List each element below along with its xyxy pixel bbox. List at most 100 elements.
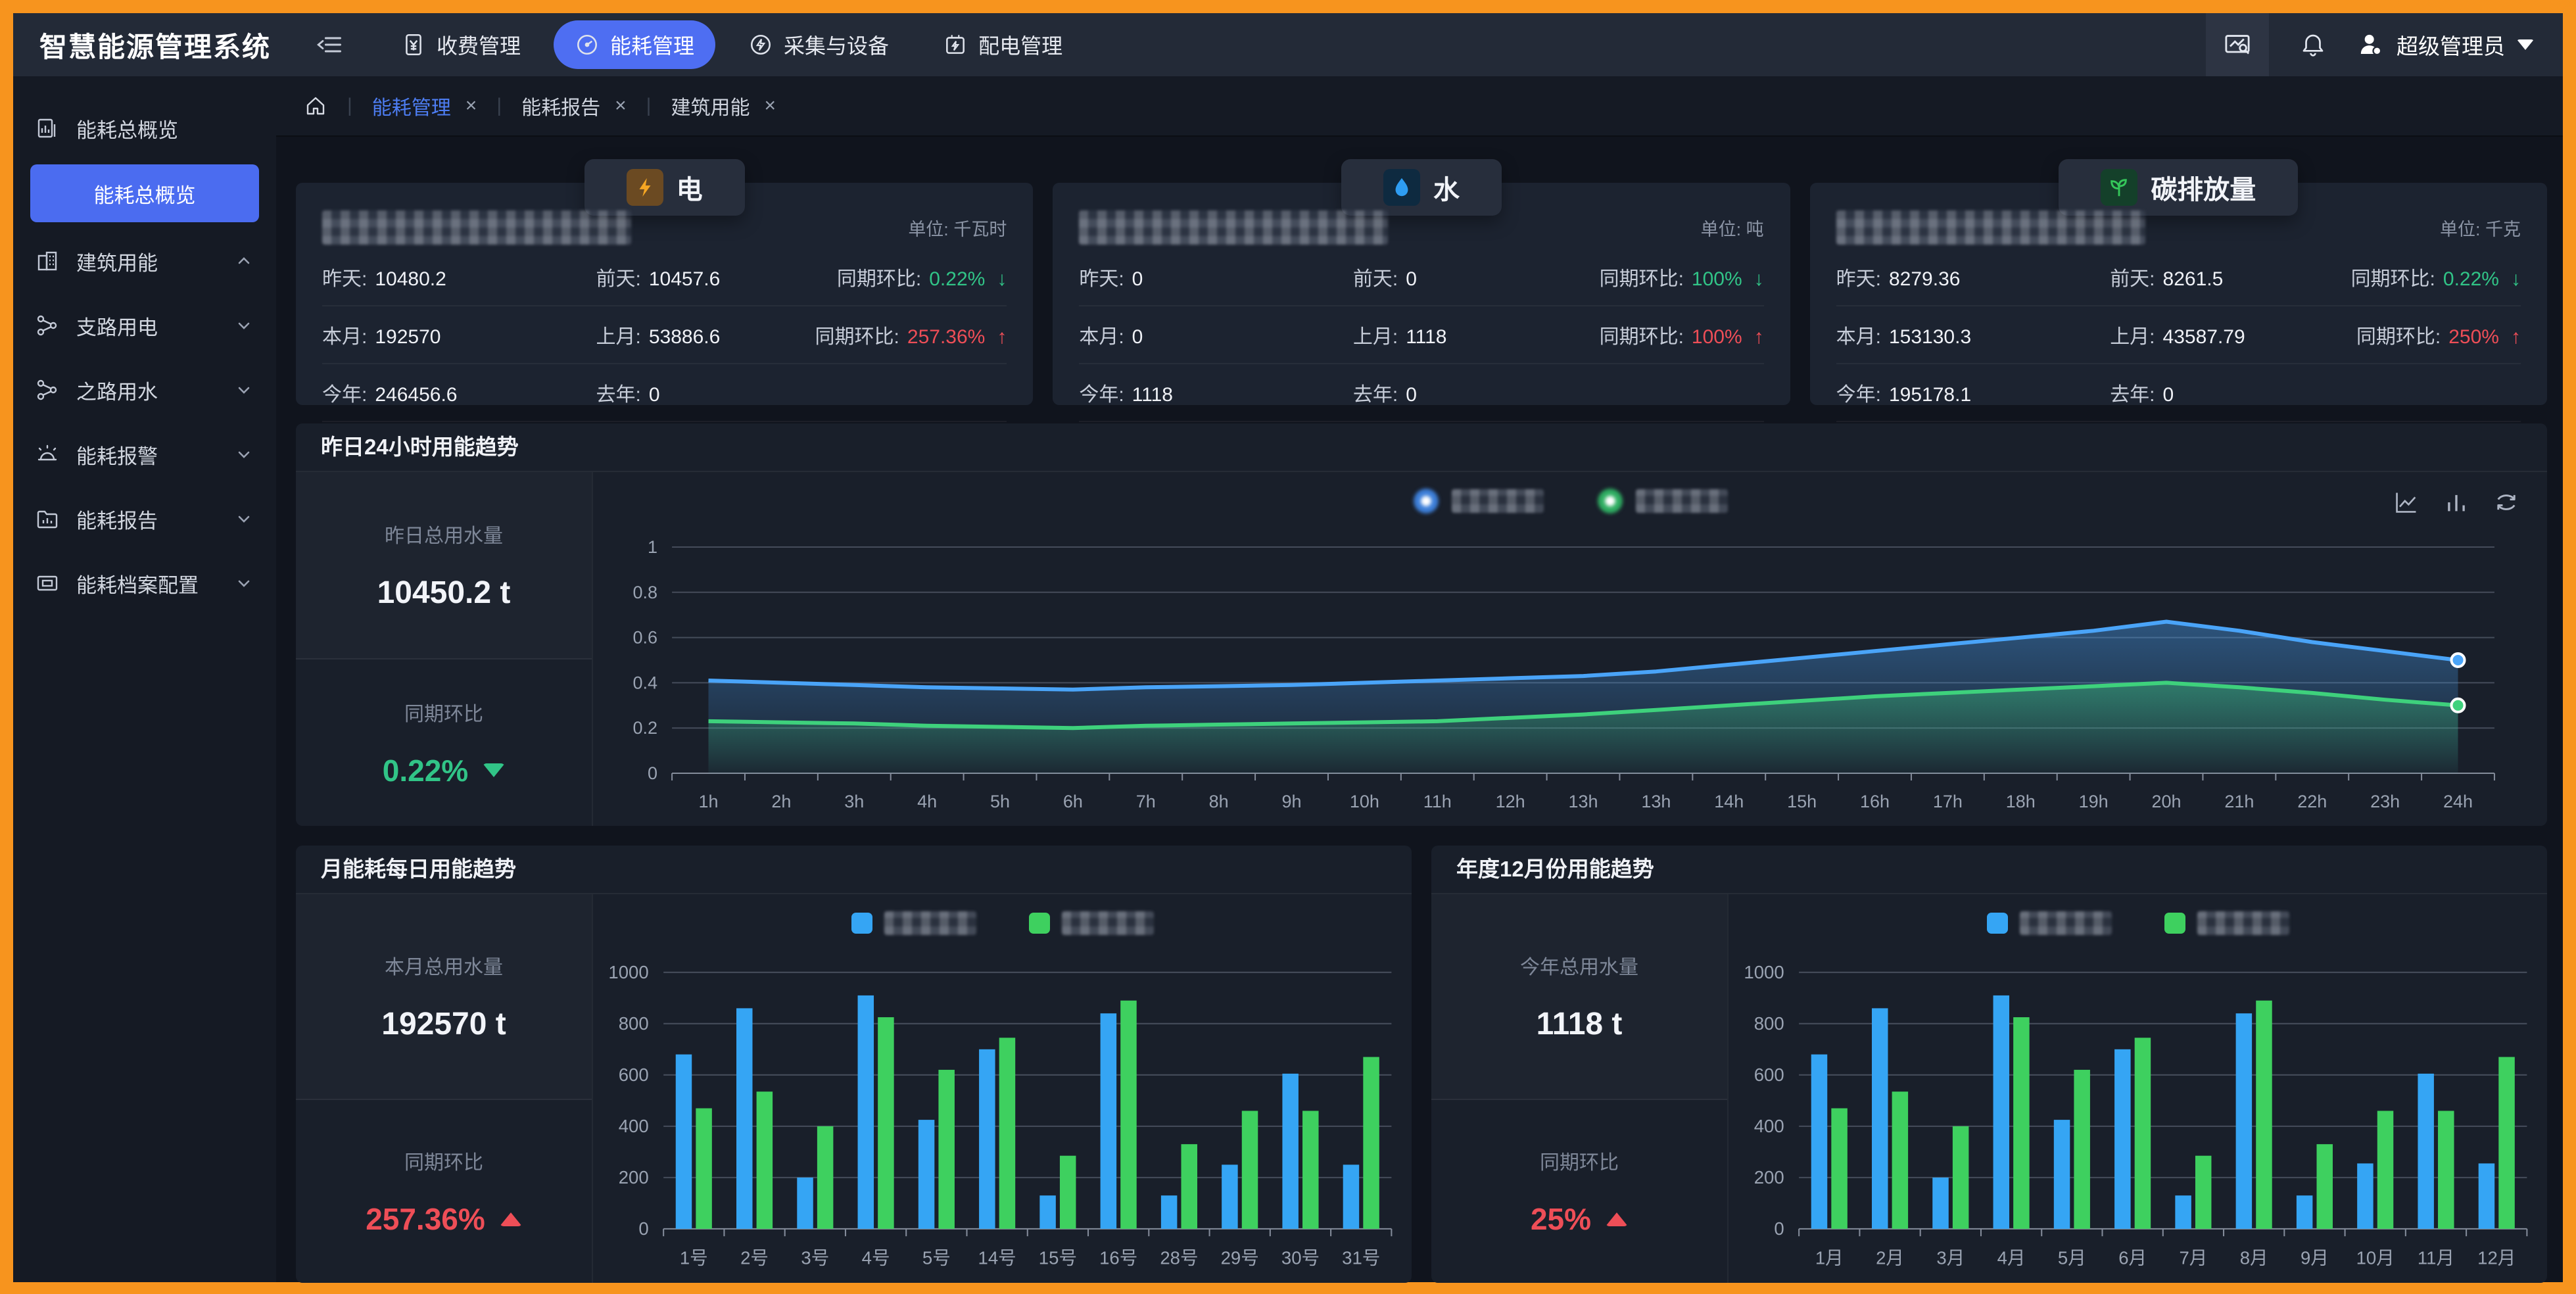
metric-label: 同期环比: bbox=[2351, 262, 2435, 291]
tab-bar: | 能耗管理 × | 能耗报告 × | 建筑用能 × bbox=[276, 76, 2563, 137]
metric-label: 今年: bbox=[1079, 378, 1124, 407]
daily-stat-column: 本月总用水量 192570 t 同期环比 257.36% bbox=[296, 894, 593, 1283]
tab-energy-management[interactable]: 能耗管理 × bbox=[372, 91, 477, 120]
metric-label: 去年: bbox=[1353, 378, 1398, 407]
svg-text:7h: 7h bbox=[1136, 792, 1156, 811]
svg-text:1000: 1000 bbox=[608, 962, 648, 982]
chart-legend bbox=[593, 894, 1412, 952]
svg-text:0.6: 0.6 bbox=[633, 628, 658, 648]
card-badge-label: 碳排放量 bbox=[2151, 168, 2256, 206]
home-icon[interactable] bbox=[304, 94, 327, 118]
tab-building-energy[interactable]: 建筑用能 × bbox=[671, 91, 776, 120]
svg-text:5月: 5月 bbox=[2058, 1247, 2086, 1268]
sidebar-item-building-energy[interactable]: 建筑用能 bbox=[13, 229, 276, 293]
close-icon[interactable]: × bbox=[615, 95, 627, 117]
metric-label: 同期环比: bbox=[1600, 262, 1684, 291]
metric-label: 同期环比: bbox=[1600, 320, 1684, 349]
svg-text:1号: 1号 bbox=[680, 1247, 708, 1268]
close-icon[interactable]: × bbox=[465, 95, 477, 117]
daily-bar-chart[interactable]: 020040060080010001号2号3号4号5号14号15号16号28号2… bbox=[593, 952, 1412, 1283]
svg-text:11月: 11月 bbox=[2418, 1247, 2454, 1268]
building-icon bbox=[36, 249, 59, 273]
sidebar-item-branch-water[interactable]: 之路用水 bbox=[13, 358, 276, 422]
metric-label: 同期环比: bbox=[815, 320, 899, 349]
legend-item-green[interactable] bbox=[1029, 911, 1154, 935]
metric-value: 10480.2 bbox=[375, 268, 446, 291]
arrow-down-icon: ↓ bbox=[997, 268, 1007, 291]
metric-value: 53886.6 bbox=[649, 326, 720, 348]
svg-text:1h: 1h bbox=[698, 792, 718, 811]
sidebar-item-overview-active[interactable]: 能耗总概览 bbox=[30, 164, 259, 222]
sidebar-item-label: 之路用水 bbox=[76, 375, 217, 405]
svg-text:17h: 17h bbox=[1933, 792, 1963, 811]
chart-overview-icon bbox=[36, 116, 59, 140]
bar-chart-icon[interactable] bbox=[2443, 489, 2469, 515]
user-menu[interactable]: 超级管理员 bbox=[2357, 29, 2534, 60]
svg-text:6月: 6月 bbox=[2118, 1247, 2147, 1268]
close-icon[interactable]: × bbox=[764, 95, 776, 117]
tab-separator: | bbox=[496, 95, 502, 117]
notifications-bell-icon[interactable] bbox=[2299, 31, 2327, 59]
top-menu-power[interactable]: 配电管理 bbox=[922, 20, 1084, 69]
legend-item-blue[interactable] bbox=[851, 911, 976, 935]
metric-label: 本月: bbox=[322, 320, 367, 349]
svg-text:11h: 11h bbox=[1423, 792, 1452, 811]
legend-marker-icon bbox=[2164, 913, 2185, 934]
leaf-icon bbox=[2101, 169, 2137, 206]
legend-marker-icon bbox=[1412, 487, 1440, 515]
ratio-stat: 25% bbox=[1531, 1201, 1628, 1237]
card-badge-label: 电 bbox=[677, 168, 703, 206]
top-menu-label: 配电管理 bbox=[978, 30, 1062, 60]
sidebar: 能耗总概览 能耗总概览 建筑用能 支路用电 bbox=[13, 76, 276, 1282]
metric-row: 今年:195178.1 去年:0 bbox=[1836, 364, 2521, 422]
yearly-bar-chart[interactable]: 020040060080010001月2月3月4月5月6月7月8月9月10月11… bbox=[1729, 952, 2547, 1283]
screenshot-chart-icon[interactable] bbox=[2206, 13, 2269, 76]
hourly-line-chart[interactable]: 00.20.40.60.811h2h3h4h5h6h7h8h9h10h11h12… bbox=[593, 530, 2547, 826]
top-menu-devices[interactable]: 采集与设备 bbox=[727, 20, 910, 69]
metric-row: 昨天:10480.2 前天:10457.6 同期环比:0.22%↓ bbox=[322, 249, 1007, 306]
user-name: 超级管理员 bbox=[2397, 29, 2505, 60]
unit-label: 单位: 千瓦时 bbox=[908, 215, 1007, 241]
svg-text:16号: 16号 bbox=[1099, 1247, 1137, 1268]
metric-label: 今年: bbox=[322, 378, 367, 407]
top-menu-label: 能耗管理 bbox=[610, 30, 694, 60]
metric-value: 0 bbox=[2163, 384, 2174, 406]
top-menu-label: 收费管理 bbox=[437, 30, 521, 60]
svg-text:9月: 9月 bbox=[2301, 1247, 2329, 1268]
ratio-value: 0.22% bbox=[2443, 268, 2499, 291]
yearly-chart-area: 020040060080010001月2月3月4月5月6月7月8月9月10月11… bbox=[1729, 894, 2547, 1283]
sidebar-item-label: 能耗总概览 bbox=[94, 179, 196, 208]
top-menu-fee[interactable]: 收费管理 bbox=[380, 20, 542, 69]
sidebar-item-energy-alarm[interactable]: 能耗报警 bbox=[13, 422, 276, 487]
app-window: 智慧能源管理系统 收费管理 能耗管理 采集与设备 bbox=[13, 13, 2563, 1282]
legend-item-green[interactable] bbox=[1596, 487, 1728, 515]
refresh-icon[interactable] bbox=[2493, 489, 2519, 515]
svg-text:13h: 13h bbox=[1568, 792, 1598, 811]
sidebar-item-overview-group[interactable]: 能耗总概览 bbox=[13, 96, 276, 160]
sidebar-item-energy-archive[interactable]: 能耗档案配置 bbox=[13, 551, 276, 615]
line-chart-icon[interactable] bbox=[2393, 489, 2420, 515]
metric-value: 0 bbox=[649, 384, 660, 406]
chevron-down-icon bbox=[2517, 39, 2534, 50]
svg-text:0.4: 0.4 bbox=[633, 673, 658, 692]
sidebar-collapse-icon[interactable] bbox=[317, 32, 343, 58]
legend-item-green[interactable] bbox=[2164, 911, 2289, 935]
chart-legend bbox=[1729, 894, 2547, 952]
card-badge-label: 水 bbox=[1433, 168, 1460, 206]
svg-text:28号: 28号 bbox=[1160, 1247, 1198, 1268]
svg-text:10月: 10月 bbox=[2356, 1247, 2395, 1268]
legend-item-blue[interactable] bbox=[1987, 911, 2112, 935]
censored-legend-label bbox=[1452, 489, 1544, 513]
legend-item-blue[interactable] bbox=[1412, 487, 1544, 515]
svg-text:2号: 2号 bbox=[740, 1247, 769, 1268]
sidebar-item-branch-electric[interactable]: 支路用电 bbox=[13, 293, 276, 358]
metric-value: 192570 bbox=[375, 326, 441, 348]
metric-value: 10457.6 bbox=[649, 268, 720, 291]
tab-energy-report[interactable]: 能耗报告 × bbox=[521, 91, 627, 120]
report-folder-icon bbox=[36, 507, 59, 531]
svg-text:200: 200 bbox=[1754, 1167, 1784, 1187]
metric-row: 昨天:8279.36 前天:8261.5 同期环比:0.22%↓ bbox=[1836, 249, 2521, 306]
ratio-stat: 257.36% bbox=[366, 1201, 522, 1237]
top-menu-energy[interactable]: 能耗管理 bbox=[554, 20, 715, 69]
sidebar-item-energy-report[interactable]: 能耗报告 bbox=[13, 487, 276, 551]
